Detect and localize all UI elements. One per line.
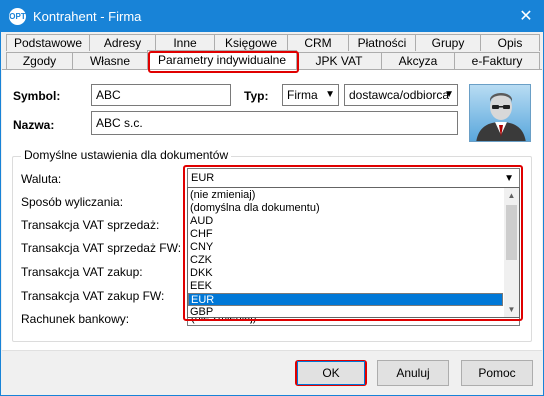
waluta-label: Waluta:: [21, 172, 62, 186]
chevron-down-icon: ▼: [325, 89, 335, 100]
tab-podstawowe[interactable]: Podstawowe: [6, 34, 90, 51]
ok-button[interactable]: OK: [297, 361, 365, 385]
typ-select[interactable]: Firma ▼: [282, 84, 339, 106]
tab-opis[interactable]: Opis: [480, 34, 540, 51]
scrollbar-thumb[interactable]: [506, 205, 517, 260]
avatar[interactable]: [469, 84, 531, 142]
scroll-down-icon[interactable]: ▼: [504, 302, 519, 317]
waluta-combobox[interactable]: EUR ▼: [187, 168, 520, 189]
tab-inne[interactable]: Inne: [155, 34, 215, 51]
cancel-button[interactable]: Anuluj: [377, 360, 449, 386]
dropdown-scrollbar[interactable]: ▲ ▼: [504, 188, 519, 317]
tab-crm[interactable]: CRM: [287, 34, 349, 51]
sposob-label: Sposób wyliczania:: [21, 195, 124, 209]
symbol-label: Symbol:: [13, 89, 61, 103]
tab-grupy[interactable]: Grupy: [415, 34, 481, 51]
footer-separator: [2, 350, 542, 351]
waluta-option[interactable]: CZK: [188, 254, 503, 267]
vat-zakup-fw-label: Transakcja VAT zakup FW:: [21, 289, 165, 303]
user-silhouette-icon: [476, 93, 526, 141]
tab-parametry-indywidualne[interactable]: Parametry indywidualne: [147, 50, 297, 70]
waluta-dropdown-list[interactable]: (nie zmieniaj) (domyślna dla dokumentu) …: [187, 187, 520, 318]
tab-platnosci[interactable]: Płatności: [348, 34, 416, 51]
typ-select-value: Firma: [287, 88, 318, 102]
waluta-option[interactable]: (nie zmieniaj): [188, 189, 503, 202]
chevron-down-icon[interactable]: ▼: [504, 169, 514, 188]
waluta-option[interactable]: EEK: [188, 280, 503, 293]
tab-adresy[interactable]: Adresy: [89, 34, 156, 51]
help-button[interactable]: Pomoc: [461, 360, 533, 386]
app-logo-icon: OPT: [9, 8, 26, 25]
waluta-option[interactable]: (domyślna dla dokumentu): [188, 202, 503, 215]
rachunek-label: Rachunek bankowy:: [21, 312, 130, 326]
waluta-option[interactable]: GBP: [188, 306, 503, 317]
window-title: Kontrahent - Firma: [33, 9, 142, 24]
role-select[interactable]: dostawca/odbiorca ▼: [344, 84, 458, 106]
dialog-window: OPT Kontrahent - Firma ✕ Podstawowe Adre…: [0, 0, 544, 396]
defaults-group-title: Domyślne ustawienia dla dokumentów: [21, 148, 232, 162]
tab-akcyza[interactable]: Akcyza: [381, 52, 455, 69]
symbol-input[interactable]: ABC: [91, 84, 231, 106]
tab-e-faktury[interactable]: e-Faktury: [454, 52, 540, 69]
role-select-value: dostawca/odbiorca: [349, 88, 450, 102]
nazwa-label: Nazwa:: [13, 118, 55, 132]
nazwa-input[interactable]: ABC s.c.: [91, 111, 458, 135]
waluta-option[interactable]: CHF: [188, 228, 503, 241]
close-icon[interactable]: ✕: [509, 1, 543, 32]
scroll-up-icon[interactable]: ▲: [504, 188, 519, 203]
vat-sprzedaz-label: Transakcja VAT sprzedaż:: [21, 218, 160, 232]
tab-wlasne[interactable]: Własne: [72, 52, 148, 69]
waluta-option[interactable]: CNY: [188, 241, 503, 254]
waluta-option[interactable]: AUD: [188, 215, 503, 228]
waluta-combobox-value: EUR: [191, 172, 215, 184]
waluta-option-selected[interactable]: EUR: [188, 293, 503, 306]
chevron-down-icon: ▼: [444, 89, 454, 100]
tab-jpk-vat[interactable]: JPK VAT: [296, 52, 382, 69]
vat-sprzedaz-fw-label: Transakcja VAT sprzedaż FW:: [21, 241, 182, 255]
title-bar[interactable]: OPT Kontrahent - Firma ✕: [1, 1, 543, 32]
typ-label: Typ:: [244, 89, 269, 103]
vat-zakup-label: Transakcja VAT zakup:: [21, 265, 143, 279]
waluta-option[interactable]: DKK: [188, 267, 503, 280]
tab-ksiegowe[interactable]: Księgowe: [214, 34, 288, 51]
tab-zgody[interactable]: Zgody: [6, 52, 73, 69]
